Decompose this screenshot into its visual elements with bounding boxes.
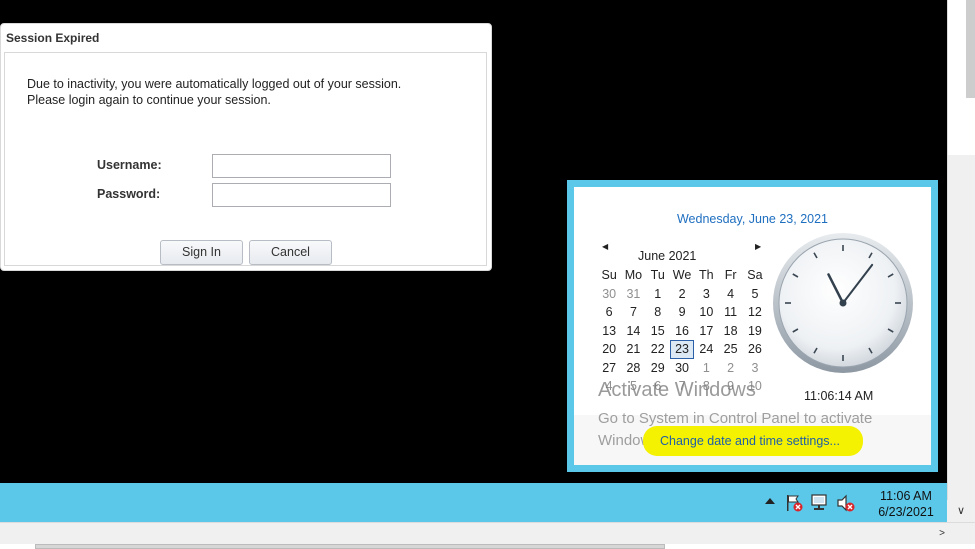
vertical-scrollbar-track	[948, 0, 975, 155]
calendar-day[interactable]: 17	[694, 322, 718, 340]
activate-windows-title: Activate Windows	[598, 379, 756, 401]
change-date-time-settings-link[interactable]: Change date and time settings...	[660, 434, 840, 448]
show-hidden-icons-icon[interactable]	[765, 498, 775, 504]
session-message: Due to inactivity, you were automaticall…	[27, 76, 401, 108]
weekday-header: Tu	[650, 268, 665, 282]
calendar-day[interactable]: 18	[718, 322, 742, 340]
calendar-day[interactable]: 31	[621, 285, 645, 303]
calendar-day[interactable]: 12	[743, 303, 767, 321]
calendar-day[interactable]: 30	[597, 285, 621, 303]
network-icon[interactable]	[810, 493, 830, 513]
calendar-day[interactable]: 7	[621, 303, 645, 321]
calendar-day[interactable]: 2	[718, 359, 742, 377]
horizontal-scrollbar[interactable]: >	[0, 522, 975, 544]
calendar-day[interactable]: 20	[597, 340, 621, 358]
session-message-line-2: Please login again to continue your sess…	[27, 93, 271, 107]
username-label: Username:	[97, 158, 162, 172]
previous-month-icon[interactable]: ◀	[602, 242, 608, 251]
weekday-header: Fr	[724, 268, 737, 282]
calendar-day[interactable]: 2	[670, 285, 694, 303]
month-title[interactable]: June 2021	[638, 249, 738, 263]
taskbar: 11:06 AM 6/23/2021	[0, 483, 947, 522]
vertical-scrollbar-thumb[interactable]	[966, 0, 975, 98]
date-time-flyout-panel: Wednesday, June 23, 2021 ◀ ▶ June 2021 S…	[574, 187, 931, 465]
weekday-header: We	[672, 268, 692, 282]
calendar-day[interactable]: 8	[646, 303, 670, 321]
cancel-button[interactable]: Cancel	[249, 240, 332, 265]
bottom-strip	[0, 544, 975, 549]
calendar-day[interactable]: 29	[646, 359, 670, 377]
action-center-flag-icon[interactable]	[784, 493, 804, 513]
volume-muted-icon[interactable]	[836, 493, 856, 513]
analog-clock-icon	[773, 233, 913, 373]
long-date[interactable]: Wednesday, June 23, 2021	[574, 212, 931, 226]
calendar-day[interactable]: 24	[694, 340, 718, 358]
calendar-day[interactable]: 15	[646, 322, 670, 340]
calendar-day[interactable]: 9	[670, 303, 694, 321]
calendar-day[interactable]: 25	[718, 340, 742, 358]
taskbar-date: 6/23/2021	[878, 505, 934, 519]
calendar-day-today[interactable]: 23	[669, 340, 695, 359]
screen: Session Expired Due to inactivity, you w…	[0, 0, 975, 549]
password-input[interactable]	[212, 183, 391, 207]
scroll-right-arrow-icon[interactable]: >	[932, 523, 952, 545]
horizontal-scrollbar-thumb[interactable]	[35, 544, 665, 549]
calendar-day[interactable]: 21	[621, 340, 645, 358]
calendar-day[interactable]: 27	[597, 359, 621, 377]
calendar-day[interactable]: 19	[743, 322, 767, 340]
calendar-day[interactable]: 13	[597, 322, 621, 340]
weekday-header: Sa	[747, 268, 763, 282]
calendar-day[interactable]: 1	[646, 285, 670, 303]
calendar-day[interactable]: 11	[718, 303, 742, 321]
calendar-day[interactable]: 3	[743, 359, 767, 377]
calendar-day[interactable]: 4	[718, 285, 742, 303]
username-input[interactable]	[212, 154, 391, 178]
calendar-day[interactable]: 1	[694, 359, 718, 377]
calendar-day[interactable]: 30	[670, 359, 694, 377]
calendar-day[interactable]: 28	[621, 359, 645, 377]
session-message-line-1: Due to inactivity, you were automaticall…	[27, 77, 402, 91]
calendar-day[interactable]: 3	[694, 285, 718, 303]
weekday-header: Mo	[624, 268, 643, 282]
vertical-scrollbar[interactable]	[947, 0, 975, 522]
calendar-day[interactable]: 6	[597, 303, 621, 321]
dialog-body: Due to inactivity, you were automaticall…	[4, 52, 487, 266]
calendar-day[interactable]: 10	[694, 303, 718, 321]
calendar-day[interactable]: 22	[646, 340, 670, 358]
sign-in-button[interactable]: Sign In	[160, 240, 243, 265]
clock-center	[839, 299, 847, 307]
session-expired-dialog: Session Expired Due to inactivity, you w…	[0, 23, 492, 271]
calendar-day[interactable]: 26	[743, 340, 767, 358]
calendar-day[interactable]: 16	[670, 322, 694, 340]
calendar-day[interactable]: 5	[743, 285, 767, 303]
password-label: Password:	[97, 187, 161, 201]
scroll-down-arrow-icon[interactable]: ∨	[947, 500, 975, 522]
date-time-flyout: Wednesday, June 23, 2021 ◀ ▶ June 2021 S…	[567, 180, 938, 472]
taskbar-time: 11:06 AM	[880, 489, 932, 503]
dialog-title: Session Expired	[6, 31, 100, 45]
next-month-icon[interactable]: ▶	[755, 242, 761, 251]
calendar-grid: Su Mo Tu We Th Fr Sa 30 31 1 2 3 4 5 6 7 8 9 10 11 12 13 14 15 1…	[597, 265, 767, 395]
digital-time: 11:06:14 AM	[804, 389, 874, 403]
weekday-header: Th	[699, 268, 714, 282]
weekday-header: Su	[601, 268, 617, 282]
calendar-day[interactable]: 14	[621, 322, 645, 340]
taskbar-clock[interactable]: 11:06 AM 6/23/2021	[870, 488, 942, 520]
